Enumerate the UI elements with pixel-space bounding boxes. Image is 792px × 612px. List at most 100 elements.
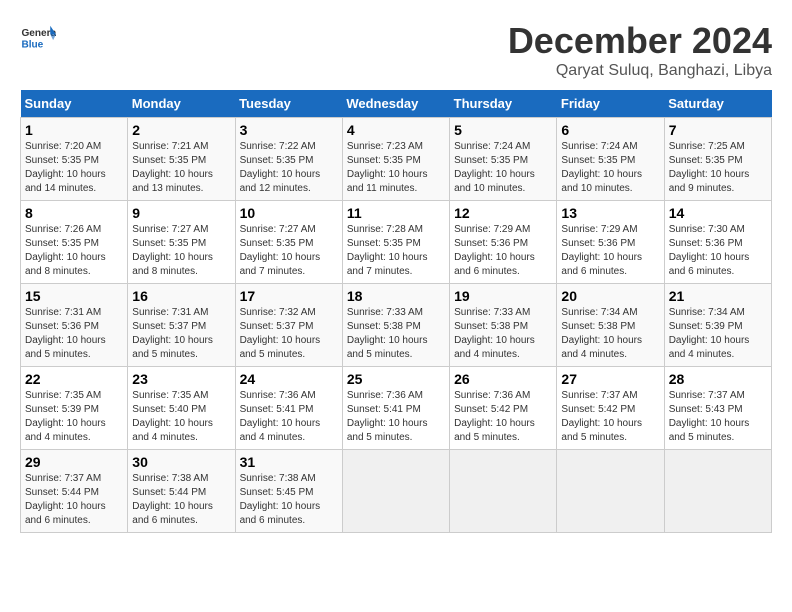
day-info: Sunrise: 7:33 AM Sunset: 5:38 PM Dayligh… (347, 306, 445, 362)
calendar-cell: 14 Sunrise: 7:30 AM Sunset: 5:36 PM Dayl… (664, 201, 771, 284)
calendar-cell: 27 Sunrise: 7:37 AM Sunset: 5:42 PM Dayl… (557, 367, 664, 450)
day-number: 13 (561, 205, 659, 221)
day-number: 18 (347, 288, 445, 304)
calendar-cell: 26 Sunrise: 7:36 AM Sunset: 5:42 PM Dayl… (450, 367, 557, 450)
logo-icon: General Blue (20, 20, 56, 56)
day-number: 30 (132, 454, 230, 470)
day-number: 6 (561, 122, 659, 138)
calendar-cell: 16 Sunrise: 7:31 AM Sunset: 5:37 PM Dayl… (128, 284, 235, 367)
col-wednesday: Wednesday (342, 90, 449, 118)
day-info: Sunrise: 7:29 AM Sunset: 5:36 PM Dayligh… (561, 223, 659, 279)
day-info: Sunrise: 7:27 AM Sunset: 5:35 PM Dayligh… (132, 223, 230, 279)
day-number: 19 (454, 288, 552, 304)
day-info: Sunrise: 7:37 AM Sunset: 5:43 PM Dayligh… (669, 389, 767, 445)
day-info: Sunrise: 7:26 AM Sunset: 5:35 PM Dayligh… (25, 223, 123, 279)
day-info: Sunrise: 7:36 AM Sunset: 5:42 PM Dayligh… (454, 389, 552, 445)
col-sunday: Sunday (21, 90, 128, 118)
day-info: Sunrise: 7:25 AM Sunset: 5:35 PM Dayligh… (669, 140, 767, 196)
calendar-cell: 7 Sunrise: 7:25 AM Sunset: 5:35 PM Dayli… (664, 118, 771, 201)
day-info: Sunrise: 7:31 AM Sunset: 5:36 PM Dayligh… (25, 306, 123, 362)
day-info: Sunrise: 7:36 AM Sunset: 5:41 PM Dayligh… (347, 389, 445, 445)
calendar-cell: 31 Sunrise: 7:38 AM Sunset: 5:45 PM Dayl… (235, 450, 342, 533)
day-info: Sunrise: 7:28 AM Sunset: 5:35 PM Dayligh… (347, 223, 445, 279)
month-title: December 2024 (508, 20, 772, 62)
day-info: Sunrise: 7:35 AM Sunset: 5:40 PM Dayligh… (132, 389, 230, 445)
calendar-cell: 9 Sunrise: 7:27 AM Sunset: 5:35 PM Dayli… (128, 201, 235, 284)
calendar-cell: 30 Sunrise: 7:38 AM Sunset: 5:44 PM Dayl… (128, 450, 235, 533)
day-info: Sunrise: 7:24 AM Sunset: 5:35 PM Dayligh… (454, 140, 552, 196)
day-info: Sunrise: 7:21 AM Sunset: 5:35 PM Dayligh… (132, 140, 230, 196)
calendar-cell (450, 450, 557, 533)
calendar-cell: 19 Sunrise: 7:33 AM Sunset: 5:38 PM Dayl… (450, 284, 557, 367)
calendar-week-row: 1 Sunrise: 7:20 AM Sunset: 5:35 PM Dayli… (21, 118, 772, 201)
day-number: 25 (347, 371, 445, 387)
calendar-cell: 24 Sunrise: 7:36 AM Sunset: 5:41 PM Dayl… (235, 367, 342, 450)
calendar-week-row: 8 Sunrise: 7:26 AM Sunset: 5:35 PM Dayli… (21, 201, 772, 284)
calendar-week-row: 15 Sunrise: 7:31 AM Sunset: 5:36 PM Dayl… (21, 284, 772, 367)
calendar-cell: 12 Sunrise: 7:29 AM Sunset: 5:36 PM Dayl… (450, 201, 557, 284)
day-info: Sunrise: 7:34 AM Sunset: 5:38 PM Dayligh… (561, 306, 659, 362)
calendar-cell: 11 Sunrise: 7:28 AM Sunset: 5:35 PM Dayl… (342, 201, 449, 284)
day-info: Sunrise: 7:38 AM Sunset: 5:45 PM Dayligh… (240, 472, 338, 528)
day-number: 8 (25, 205, 123, 221)
calendar-cell (664, 450, 771, 533)
day-number: 11 (347, 205, 445, 221)
col-tuesday: Tuesday (235, 90, 342, 118)
col-thursday: Thursday (450, 90, 557, 118)
day-number: 16 (132, 288, 230, 304)
calendar-cell: 22 Sunrise: 7:35 AM Sunset: 5:39 PM Dayl… (21, 367, 128, 450)
title-section: December 2024 Qaryat Suluq, Banghazi, Li… (508, 20, 772, 80)
calendar-cell: 13 Sunrise: 7:29 AM Sunset: 5:36 PM Dayl… (557, 201, 664, 284)
day-number: 21 (669, 288, 767, 304)
calendar-cell: 25 Sunrise: 7:36 AM Sunset: 5:41 PM Dayl… (342, 367, 449, 450)
calendar-table: Sunday Monday Tuesday Wednesday Thursday… (20, 90, 772, 533)
day-info: Sunrise: 7:29 AM Sunset: 5:36 PM Dayligh… (454, 223, 552, 279)
day-number: 29 (25, 454, 123, 470)
day-number: 14 (669, 205, 767, 221)
day-number: 7 (669, 122, 767, 138)
day-info: Sunrise: 7:38 AM Sunset: 5:44 PM Dayligh… (132, 472, 230, 528)
calendar-cell: 21 Sunrise: 7:34 AM Sunset: 5:39 PM Dayl… (664, 284, 771, 367)
day-number: 20 (561, 288, 659, 304)
calendar-cell: 8 Sunrise: 7:26 AM Sunset: 5:35 PM Dayli… (21, 201, 128, 284)
calendar-week-row: 29 Sunrise: 7:37 AM Sunset: 5:44 PM Dayl… (21, 450, 772, 533)
location-title: Qaryat Suluq, Banghazi, Libya (508, 62, 772, 80)
calendar-cell: 4 Sunrise: 7:23 AM Sunset: 5:35 PM Dayli… (342, 118, 449, 201)
day-number: 2 (132, 122, 230, 138)
day-number: 4 (347, 122, 445, 138)
day-number: 3 (240, 122, 338, 138)
day-number: 10 (240, 205, 338, 221)
day-info: Sunrise: 7:36 AM Sunset: 5:41 PM Dayligh… (240, 389, 338, 445)
day-number: 27 (561, 371, 659, 387)
calendar-cell (557, 450, 664, 533)
day-number: 17 (240, 288, 338, 304)
day-info: Sunrise: 7:32 AM Sunset: 5:37 PM Dayligh… (240, 306, 338, 362)
calendar-cell: 23 Sunrise: 7:35 AM Sunset: 5:40 PM Dayl… (128, 367, 235, 450)
day-number: 23 (132, 371, 230, 387)
calendar-cell: 3 Sunrise: 7:22 AM Sunset: 5:35 PM Dayli… (235, 118, 342, 201)
day-number: 9 (132, 205, 230, 221)
calendar-cell: 10 Sunrise: 7:27 AM Sunset: 5:35 PM Dayl… (235, 201, 342, 284)
calendar-cell: 17 Sunrise: 7:32 AM Sunset: 5:37 PM Dayl… (235, 284, 342, 367)
day-info: Sunrise: 7:22 AM Sunset: 5:35 PM Dayligh… (240, 140, 338, 196)
calendar-cell: 29 Sunrise: 7:37 AM Sunset: 5:44 PM Dayl… (21, 450, 128, 533)
calendar-cell (342, 450, 449, 533)
day-number: 15 (25, 288, 123, 304)
day-info: Sunrise: 7:35 AM Sunset: 5:39 PM Dayligh… (25, 389, 123, 445)
calendar-week-row: 22 Sunrise: 7:35 AM Sunset: 5:39 PM Dayl… (21, 367, 772, 450)
day-number: 5 (454, 122, 552, 138)
day-info: Sunrise: 7:37 AM Sunset: 5:44 PM Dayligh… (25, 472, 123, 528)
col-saturday: Saturday (664, 90, 771, 118)
day-info: Sunrise: 7:20 AM Sunset: 5:35 PM Dayligh… (25, 140, 123, 196)
day-number: 22 (25, 371, 123, 387)
calendar-cell: 28 Sunrise: 7:37 AM Sunset: 5:43 PM Dayl… (664, 367, 771, 450)
day-info: Sunrise: 7:37 AM Sunset: 5:42 PM Dayligh… (561, 389, 659, 445)
svg-text:Blue: Blue (21, 39, 43, 50)
logo: General Blue (20, 20, 56, 56)
day-info: Sunrise: 7:30 AM Sunset: 5:36 PM Dayligh… (669, 223, 767, 279)
day-info: Sunrise: 7:23 AM Sunset: 5:35 PM Dayligh… (347, 140, 445, 196)
calendar-cell: 18 Sunrise: 7:33 AM Sunset: 5:38 PM Dayl… (342, 284, 449, 367)
day-info: Sunrise: 7:33 AM Sunset: 5:38 PM Dayligh… (454, 306, 552, 362)
calendar-cell: 2 Sunrise: 7:21 AM Sunset: 5:35 PM Dayli… (128, 118, 235, 201)
day-info: Sunrise: 7:31 AM Sunset: 5:37 PM Dayligh… (132, 306, 230, 362)
